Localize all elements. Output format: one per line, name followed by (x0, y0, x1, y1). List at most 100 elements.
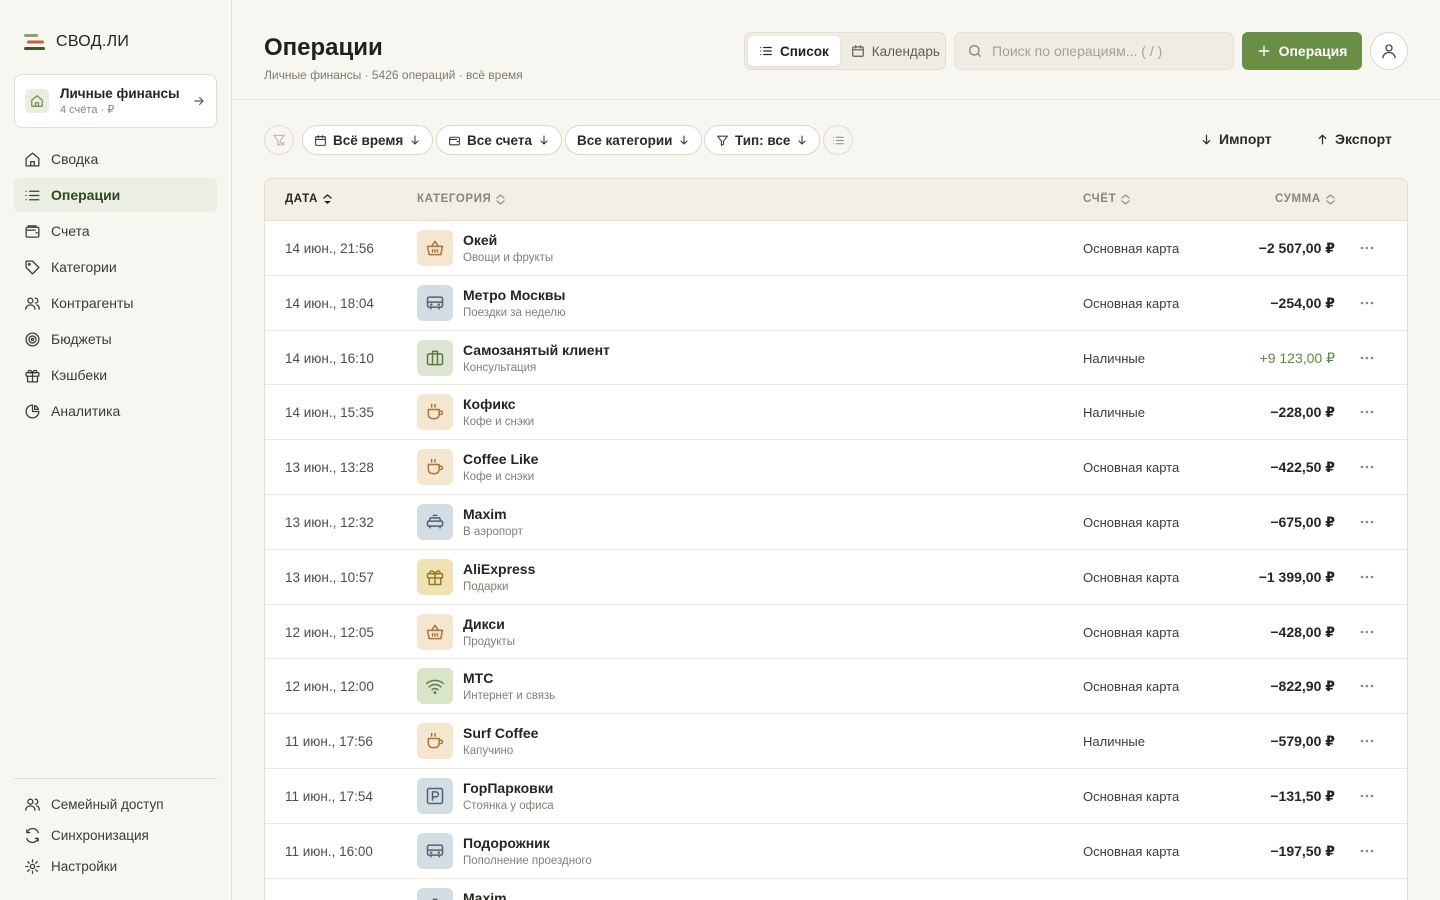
cell-account: Наличные (1083, 350, 1145, 366)
columns-settings-button[interactable] (823, 125, 853, 155)
categories-filter-label: Все категории (577, 132, 673, 148)
table-row[interactable]: 13 июн., 12:32 Maxim В аэропорт Основная ка… (265, 495, 1407, 550)
search-box (954, 32, 1234, 70)
add-operation-label: Операция (1278, 43, 1348, 59)
workspace-switcher[interactable]: Личные финансы 4 счёта · ₽ (14, 74, 217, 128)
cell-account: Основная карта (1083, 788, 1180, 804)
table-row[interactable]: 14 июн., 21:56 Окей Овощи и фрукты Основная… (265, 221, 1407, 276)
table-row[interactable]: 13 июн., 13:28 Coffee Like Кофе и снэки Осн… (265, 440, 1407, 495)
gift-icon (24, 367, 41, 384)
more-actions-button[interactable] (1355, 349, 1379, 367)
cell-category: Кофе и снэки (463, 471, 535, 484)
more-actions-button[interactable] (1355, 732, 1379, 750)
sidebar-item-2[interactable]: Синхронизация (14, 821, 217, 850)
import-button[interactable]: Импорт (1200, 131, 1272, 147)
cell-counterparty: Дикси (463, 615, 505, 632)
table-row[interactable]: 14 июн., 15:35 Кофикс Кофе и снэки Наличные… (265, 385, 1407, 441)
table-row[interactable]: 11 июн., 16:00 Подорожник Пополнение проез… (265, 824, 1407, 879)
type-filter[interactable]: Тип: все (704, 125, 821, 155)
cell-counterparty: AliExpress (463, 560, 536, 577)
sidebar-item-1[interactable]: Сводка (14, 142, 217, 176)
categories-filter[interactable]: Все категории (565, 125, 703, 155)
sidebar-item-6[interactable]: Бюджеты (14, 322, 217, 356)
arrow-down-icon (1200, 133, 1213, 146)
cell-date: 14 июн., 18:04 (285, 295, 374, 311)
table-row[interactable]: 13 июн., 10:57 AliExpress Подарки Основная … (265, 550, 1407, 605)
table-row[interactable]: Maxim (265, 879, 1407, 900)
sidebar-item-label: Счета (51, 223, 90, 239)
sidebar-item-4[interactable]: Категории (14, 250, 217, 284)
more-actions-button[interactable] (1355, 403, 1379, 421)
dots-icon (1360, 356, 1374, 360)
dots-icon (1360, 465, 1374, 469)
column-amount-header[interactable]: СУММА (1275, 193, 1335, 205)
sidebar-item-3[interactable]: Счета (14, 214, 217, 248)
table-row[interactable]: 12 июн., 12:05 Дикси Продукты Основная карт… (265, 605, 1407, 660)
cell-amount: −422,50 ₽ (1270, 459, 1335, 476)
more-actions-button[interactable] (1355, 294, 1379, 312)
more-actions-button[interactable] (1355, 842, 1379, 860)
table-body: 14 июн., 21:56 Окей Овощи и фрукты Основная… (265, 221, 1407, 900)
sidebar-item-label: Аналитика (51, 403, 121, 419)
dots-icon (1360, 410, 1374, 414)
cell-counterparty: Кофикс (463, 396, 516, 413)
sidebar-item-5[interactable]: Контрагенты (14, 286, 217, 320)
target-icon (24, 331, 41, 348)
dots-icon (1360, 246, 1374, 250)
period-filter[interactable]: Всё время (302, 125, 434, 155)
sort-icon (1326, 193, 1335, 205)
operations-table: ДАТА КАТЕГОРИЯ СЧЁТ СУММА 14 июн., 21:56… (264, 178, 1408, 900)
page-title: Операции (264, 34, 383, 61)
cell-account: Основная карта (1083, 569, 1180, 585)
cell-date: 13 июн., 10:57 (285, 569, 374, 585)
view-calendar-button[interactable]: Календарь (840, 36, 951, 66)
table-row[interactable]: 11 июн., 17:56 Surf Coffee Капучино Наличны… (265, 714, 1407, 769)
table-row[interactable]: 14 июн., 18:04 Метро Москвы Поездки за нед… (265, 276, 1407, 331)
page-subtitle: Личные финансы · 5426 операций · всё вре… (264, 68, 523, 82)
more-actions-button[interactable] (1355, 623, 1379, 641)
table-row[interactable]: 12 июн., 12:00 МТС Интернет и связь Основна… (265, 659, 1407, 715)
app-logo[interactable]: СВОД.ЛИ (24, 28, 129, 56)
more-actions-button[interactable] (1355, 513, 1379, 531)
cell-date: 12 июн., 12:05 (285, 624, 374, 640)
sidebar-item-7[interactable]: Кэшбеки (14, 358, 217, 392)
coffee-icon (417, 394, 453, 431)
coffee-icon (417, 723, 453, 760)
more-actions-button[interactable] (1355, 458, 1379, 476)
more-actions-button[interactable] (1355, 787, 1379, 805)
export-button[interactable]: Экспорт (1316, 131, 1392, 147)
view-list-button[interactable]: Список (748, 36, 840, 66)
table-row[interactable]: 14 июн., 16:10 Самозанятый клиент Консульт… (265, 331, 1407, 386)
workspace-name: Личные финансы (60, 86, 180, 101)
sidebar-item-3[interactable]: Настройки (14, 852, 217, 881)
accounts-filter[interactable]: Все счета (436, 125, 562, 155)
parking-icon (417, 777, 453, 814)
table-row[interactable]: 11 июн., 17:54 ГорПарковки Стоянка у офиса… (265, 769, 1407, 824)
cell-category: Овощи и фрукты (463, 252, 554, 264)
arrow-down-icon (678, 134, 690, 146)
search-input[interactable] (992, 43, 1222, 59)
column-account-header[interactable]: СЧЁТ (1083, 193, 1130, 205)
column-account-label: СЧЁТ (1083, 193, 1117, 205)
cell-account: Наличные (1083, 405, 1145, 421)
sidebar-item-1[interactable]: Семейный доступ (14, 790, 217, 819)
sort-icon (496, 193, 506, 205)
bus-icon (417, 284, 453, 321)
column-category-header[interactable]: КАТЕГОРИЯ (417, 193, 506, 205)
import-label: Импорт (1219, 131, 1272, 147)
cell-counterparty: Maxim (463, 505, 507, 522)
add-operation-button[interactable]: Операция (1242, 32, 1362, 70)
sidebar-item-2[interactable]: Операции (14, 178, 217, 212)
users-icon (24, 295, 41, 312)
more-actions-button[interactable] (1355, 239, 1379, 257)
sidebar-item-8[interactable]: Аналитика (14, 394, 217, 428)
more-actions-button[interactable] (1355, 677, 1379, 695)
cell-amount: −579,00 ₽ (1270, 733, 1335, 750)
user-avatar-button[interactable] (1370, 32, 1408, 70)
list-icon (24, 187, 41, 204)
column-date-header[interactable]: ДАТА (285, 193, 332, 205)
sidebar-item-label: Бюджеты (51, 331, 112, 347)
clear-filters-button[interactable] (264, 125, 294, 155)
more-actions-button[interactable] (1355, 568, 1379, 586)
bus-icon (417, 832, 453, 869)
